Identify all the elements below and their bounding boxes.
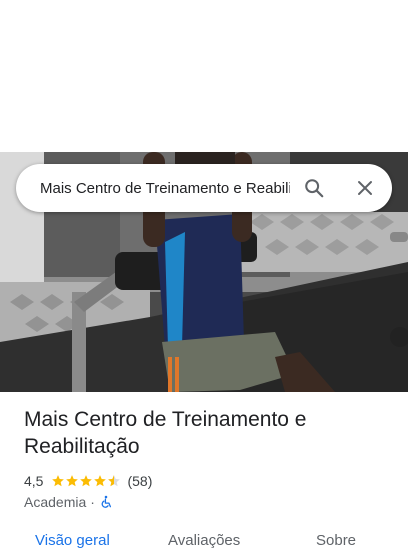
- rating-value: 4,5: [24, 473, 44, 489]
- search-input[interactable]: Mais Centro de Treinamento e Reabilitaçã…: [40, 180, 290, 197]
- star-icon: [66, 475, 79, 487]
- search-bar[interactable]: Mais Centro de Treinamento e Reabilitaçã…: [16, 164, 392, 212]
- search-icon[interactable]: [302, 176, 326, 200]
- blank-area: [0, 0, 408, 152]
- tab-bar: Visão geral Avaliações Sobre: [0, 530, 408, 560]
- star-icon: [52, 475, 65, 487]
- star-icon: [94, 475, 107, 487]
- rating-stars: [51, 474, 121, 488]
- wheelchair-icon: [101, 495, 111, 508]
- category-row: Academia ·: [24, 492, 113, 512]
- close-icon[interactable]: [353, 176, 377, 200]
- review-count[interactable]: (58): [127, 473, 152, 489]
- tab-overview[interactable]: Visão geral: [35, 532, 110, 549]
- rating-row[interactable]: 4,5 (58): [24, 471, 152, 491]
- tab-reviews[interactable]: Avaliações: [168, 532, 240, 549]
- separator: ·: [90, 494, 95, 510]
- star-icon: [80, 475, 93, 487]
- place-category: Academia: [24, 494, 87, 510]
- tab-about[interactable]: Sobre: [316, 532, 356, 549]
- place-title: Mais Centro de Treinamento e Reabilitaçã…: [24, 408, 307, 458]
- star-half-icon: [108, 475, 121, 487]
